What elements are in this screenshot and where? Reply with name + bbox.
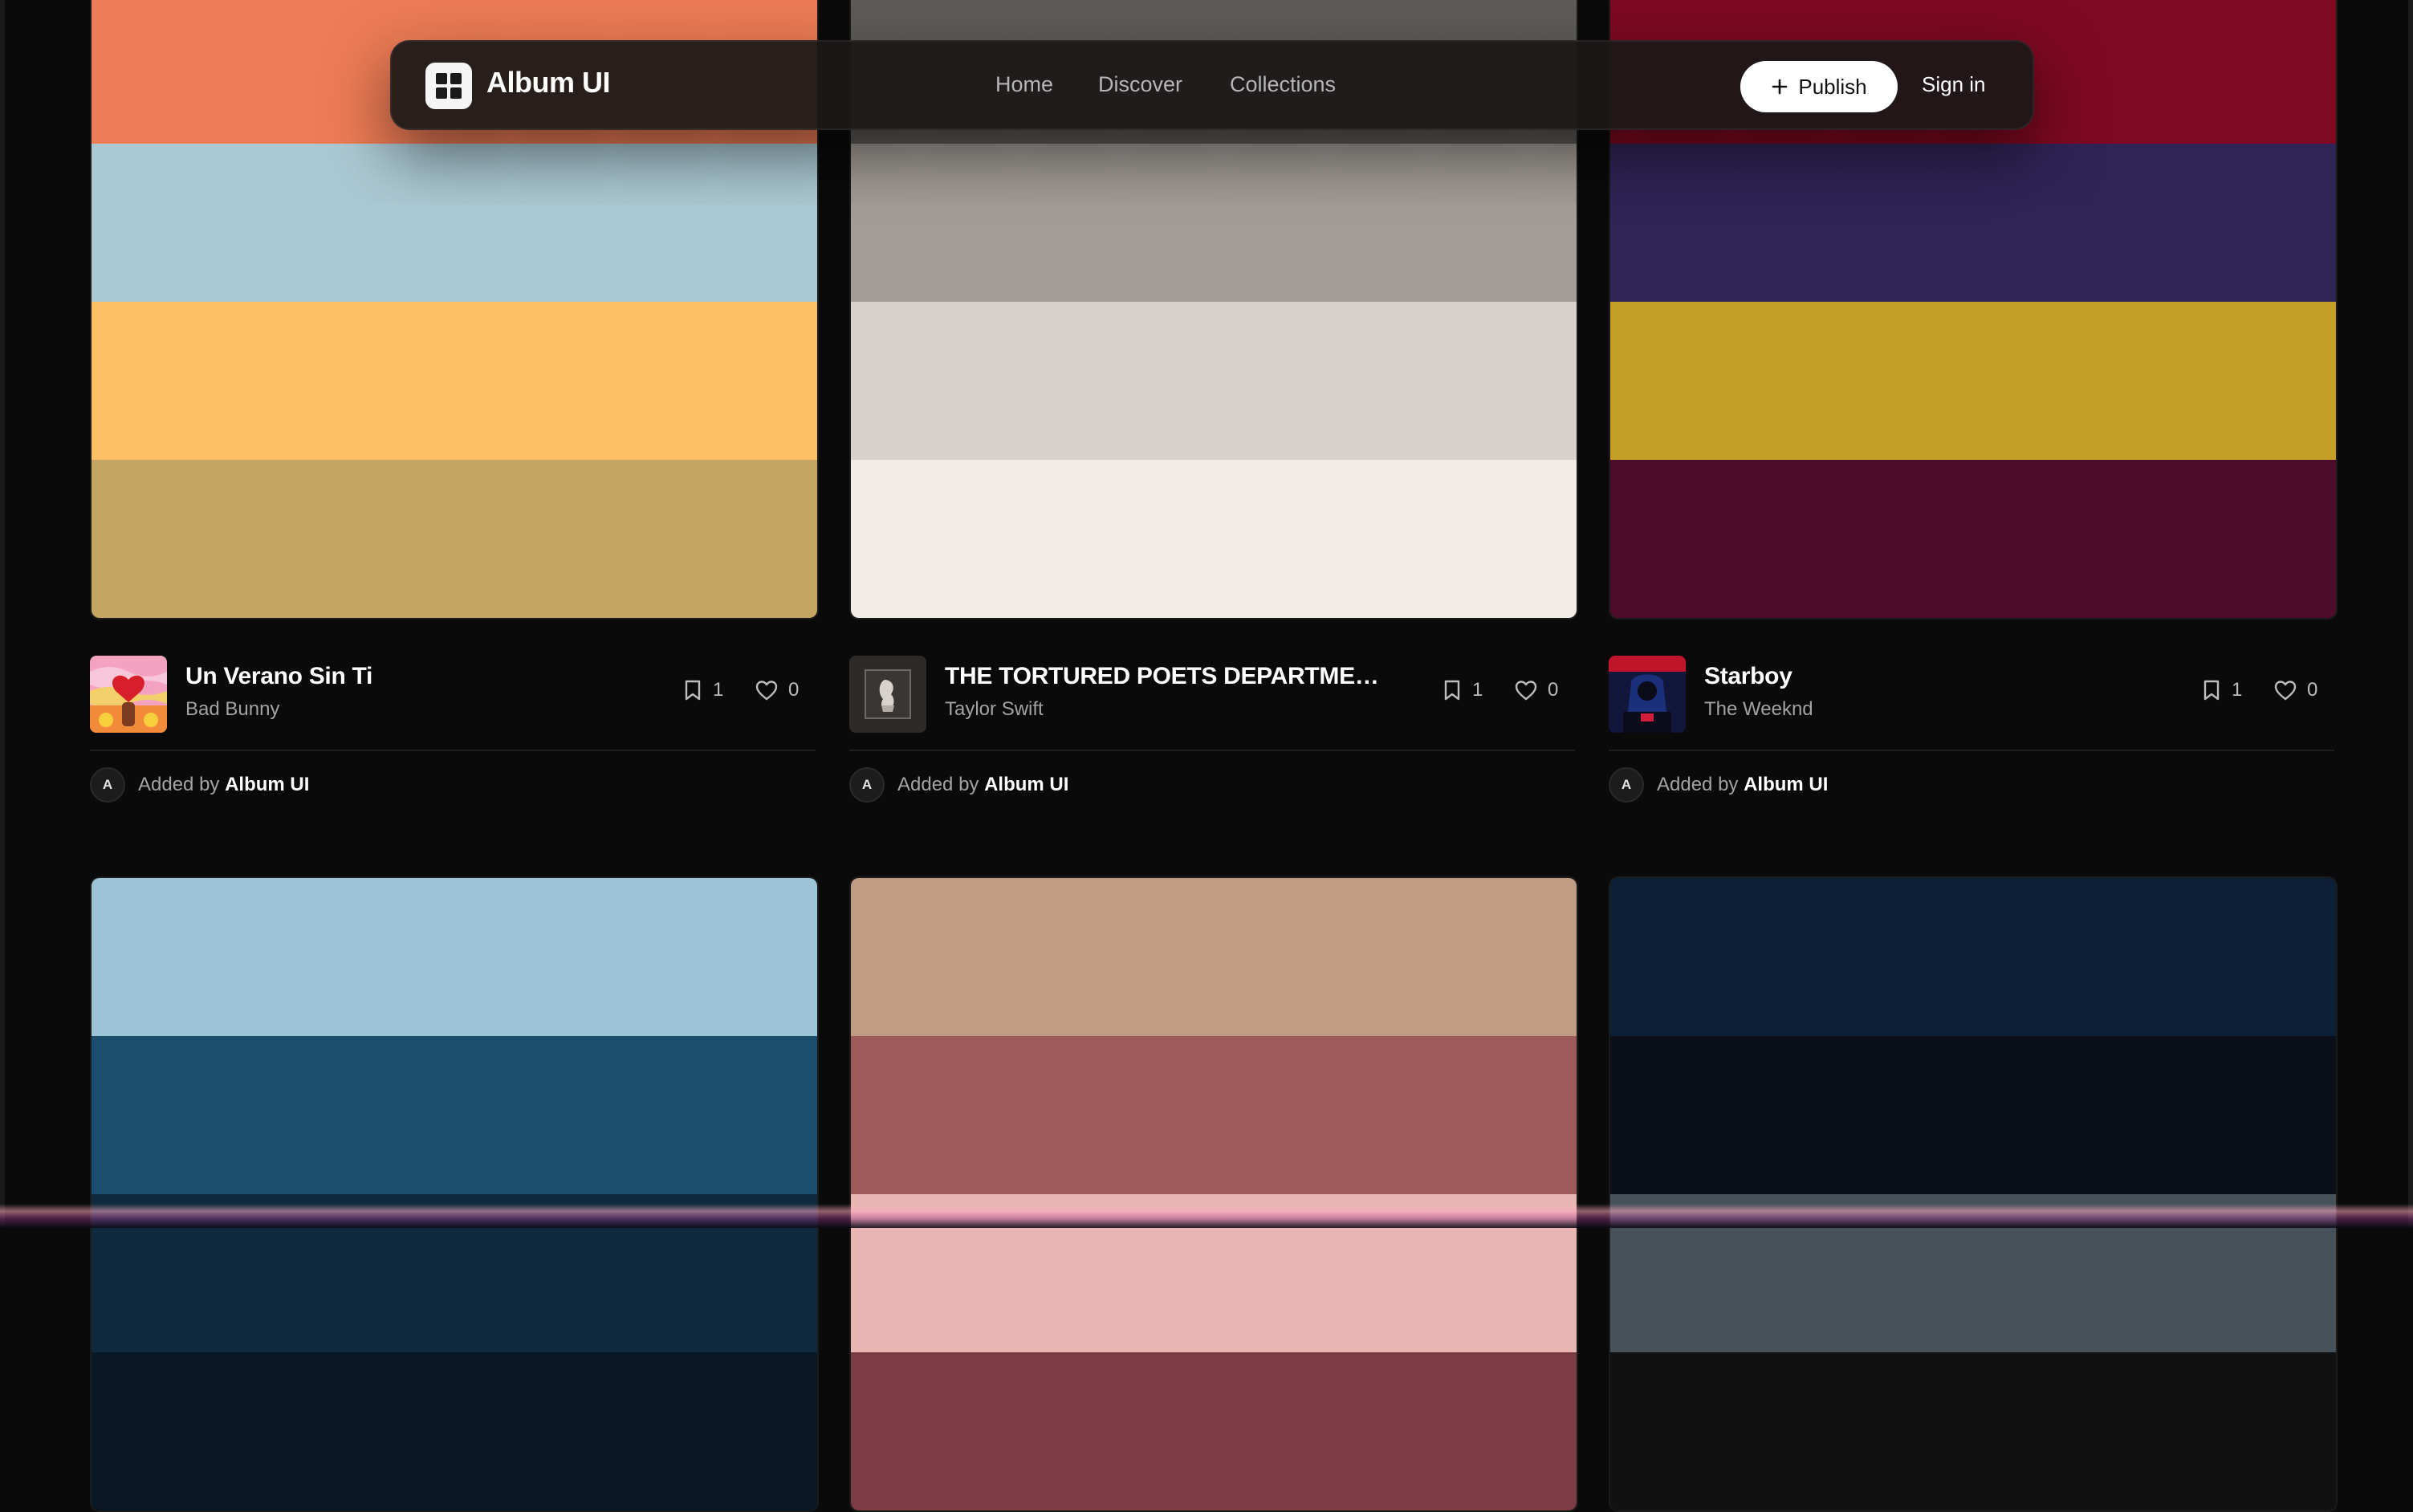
artist-name[interactable]: Taylor Swift — [945, 698, 1044, 721]
color-swatch[interactable] — [851, 1352, 1577, 1510]
top-navbar: Album UI Home Discover Collections Publi… — [390, 40, 2034, 130]
window-edge — [2408, 0, 2413, 1228]
heart-icon — [1515, 681, 1537, 701]
save-count: 1 — [713, 679, 724, 701]
album-cover[interactable] — [90, 656, 167, 733]
album-meta: Starboy The Weeknd 1 0 A Added by Album … — [1609, 629, 2334, 803]
color-swatch[interactable] — [851, 460, 1577, 618]
avatar[interactable]: A — [1609, 767, 1644, 803]
color-swatch[interactable] — [92, 1036, 817, 1194]
added-by-prefix: Added by — [1657, 774, 1739, 795]
album-meta: Un Verano Sin Ti Bad Bunny 1 0 A Added b… — [90, 629, 816, 803]
palette[interactable] — [1609, 876, 2338, 1512]
like-count: 0 — [2307, 679, 2318, 701]
artist-name[interactable]: Bad Bunny — [185, 698, 279, 721]
added-by-user[interactable]: Album UI — [984, 774, 1068, 795]
artist-name[interactable]: The Weeknd — [1704, 698, 1813, 721]
color-swatch[interactable] — [92, 460, 817, 618]
album-cover-art — [849, 656, 926, 733]
added-by-prefix: Added by — [138, 774, 220, 795]
added-by-user[interactable]: Album UI — [1744, 774, 1828, 795]
like-button[interactable]: 0 — [755, 679, 799, 701]
avatar[interactable]: A — [90, 767, 125, 803]
nav-discover[interactable]: Discover — [1098, 72, 1182, 97]
plus-icon — [1772, 79, 1788, 95]
save-button[interactable]: 1 — [1442, 679, 1483, 701]
album-cover[interactable] — [1609, 656, 1686, 733]
avatar[interactable]: A — [849, 767, 885, 803]
color-swatch[interactable] — [851, 1036, 1577, 1194]
brand-name[interactable]: Album UI — [486, 66, 611, 100]
album-cover[interactable] — [849, 656, 926, 733]
album-title[interactable]: THE TORTURED POETS DEPARTMENT: ... — [945, 663, 1394, 690]
color-swatch[interactable] — [1610, 1352, 2336, 1510]
color-swatch[interactable] — [851, 878, 1577, 1036]
divider — [90, 750, 816, 751]
publish-button[interactable]: Publish — [1740, 61, 1898, 112]
save-button[interactable]: 1 — [682, 679, 723, 701]
color-swatch[interactable] — [1610, 1036, 2336, 1194]
page: Un Verano Sin Ti Bad Bunny 1 0 A Added b… — [0, 0, 2413, 1512]
bookmark-icon — [1444, 680, 1460, 701]
save-count: 1 — [1472, 679, 1483, 701]
color-swatch[interactable] — [851, 302, 1577, 460]
bottom-glow — [0, 1204, 2413, 1228]
added-by-user[interactable]: Album UI — [225, 774, 309, 795]
album-title[interactable]: Un Verano Sin Ti — [185, 663, 372, 690]
like-button[interactable]: 0 — [2273, 679, 2317, 701]
color-swatch[interactable] — [851, 144, 1577, 302]
bookmark-icon — [685, 680, 701, 701]
heart-icon — [2274, 681, 2297, 701]
palette[interactable] — [90, 876, 819, 1512]
album-meta: THE TORTURED POETS DEPARTMENT: ... Taylo… — [849, 629, 1575, 803]
color-swatch[interactable] — [1610, 878, 2336, 1036]
like-count: 0 — [788, 679, 800, 701]
window-edge — [0, 0, 5, 1228]
added-by: A Added by Album UI — [849, 766, 1068, 804]
color-swatch[interactable] — [92, 302, 817, 460]
color-swatch[interactable] — [92, 1352, 817, 1510]
color-swatch[interactable] — [1610, 460, 2336, 618]
divider — [1609, 750, 2334, 751]
publish-label: Publish — [1798, 74, 1867, 99]
color-swatch[interactable] — [1610, 302, 2336, 460]
sign-in-link[interactable]: Sign in — [1922, 72, 1986, 97]
color-swatch[interactable] — [1610, 144, 2336, 302]
nav-home[interactable]: Home — [995, 72, 1053, 97]
save-button[interactable]: 1 — [2201, 679, 2242, 701]
added-by: A Added by Album UI — [1609, 766, 1828, 804]
divider — [849, 750, 1575, 751]
like-count: 0 — [1548, 679, 1559, 701]
save-count: 1 — [2232, 679, 2243, 701]
bookmark-icon — [2203, 680, 2220, 701]
album-cover-art — [1609, 656, 1686, 733]
album-cover-art — [90, 656, 167, 733]
logo-icon[interactable] — [425, 63, 472, 109]
heart-icon — [755, 681, 778, 701]
added-by: A Added by Album UI — [90, 766, 309, 804]
color-swatch[interactable] — [92, 878, 817, 1036]
like-button[interactable]: 0 — [1514, 679, 1558, 701]
color-swatch[interactable] — [92, 144, 817, 302]
palette[interactable] — [849, 876, 1578, 1512]
nav-collections[interactable]: Collections — [1230, 72, 1336, 97]
added-by-prefix: Added by — [897, 774, 979, 795]
album-title[interactable]: Starboy — [1704, 663, 1792, 690]
